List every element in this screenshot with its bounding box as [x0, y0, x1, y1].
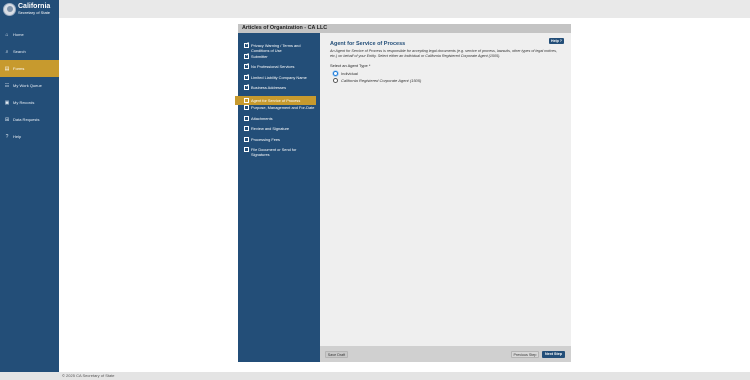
nav-item-label: Home [13, 32, 24, 37]
step-label: Agent for Service of Process [251, 97, 301, 103]
step-label: Purpose, Management and For-Date [251, 105, 315, 110]
nav-item-data-requests[interactable]: ⊞ Data Requests [0, 111, 59, 128]
brand-subtitle: Secretary of State [18, 10, 51, 15]
step-label: Submitter [251, 53, 268, 59]
app-sidebar: California Secretary of State ⌂ Home ⌕ Sear… [0, 0, 62, 372]
records-icon: ▣ [4, 99, 10, 106]
step-label: Attachments [251, 115, 273, 121]
empty-box-icon [244, 97, 249, 103]
step-item[interactable]: Limited Liability Company Name [238, 75, 320, 85]
empty-box-icon [244, 126, 249, 132]
empty-box-icon [244, 147, 249, 153]
help-button[interactable]: Help ? [549, 38, 564, 44]
checked-box-icon [244, 85, 250, 91]
step-label: Limited Liability Company Name [251, 74, 307, 80]
file-icon: ▤ [4, 65, 10, 72]
step-item[interactable]: File Document or Send for Signatures [238, 147, 320, 157]
home-icon: ⌂ [5, 31, 9, 38]
section-description: An Agent for Service of Process is respo… [330, 49, 557, 58]
checked-box-icon [244, 64, 250, 70]
agent-option-label: Individual [341, 70, 358, 76]
step-item[interactable]: Processing Fees [238, 137, 320, 147]
brand[interactable]: California Secretary of State [0, 0, 59, 18]
step-label: No Professional Services [251, 64, 295, 69]
agent-option[interactable]: California Registered Corporate Agent (1… [330, 78, 561, 84]
nav-item-home[interactable]: ⌂ Home [0, 26, 59, 43]
step-item[interactable]: Agent for Service of Process [235, 95, 316, 105]
step-label: Review and Signature [251, 126, 290, 131]
form-actions: Save Draft Previous Step Next Step [320, 346, 571, 362]
radio-button[interactable] [333, 78, 338, 84]
step-item[interactable]: Purpose, Management and For-Date [238, 105, 320, 115]
step-item[interactable]: Submitter [238, 54, 320, 64]
help-icon: ? [5, 133, 9, 140]
checked-box-icon [244, 74, 250, 80]
radio-button[interactable] [333, 70, 338, 76]
section-title: Agent for Service of Process [330, 41, 406, 47]
queue-icon: ☷ [4, 82, 10, 89]
nav-item-forms[interactable]: ▤ Forms [0, 60, 62, 77]
brand-title: California [18, 3, 51, 10]
empty-box-icon [244, 105, 249, 111]
state-seal-icon [3, 2, 16, 16]
form-card: Articles of Organization - CA LLC Privac… [235, 24, 571, 362]
checked-box-icon [244, 53, 250, 59]
agent-option[interactable]: Individual [330, 70, 561, 76]
step-label: Privacy Warning / Terms and Conditions o… [251, 43, 301, 53]
save-draft-button[interactable]: Save Draft [325, 351, 348, 358]
step-list: Privacy Warning / Terms and Conditions o… [235, 33, 320, 362]
step-label: File Document or Send for Signatures [251, 147, 297, 157]
nav-item-label: Data Requests [13, 117, 40, 122]
nav-item-label: Search [13, 49, 26, 54]
empty-box-icon [244, 136, 249, 142]
step-item[interactable]: Business Addresses [238, 85, 320, 95]
previous-step-button[interactable]: Previous Step [511, 351, 539, 358]
data-icon: ⊞ [4, 116, 10, 123]
next-step-button[interactable]: Next Step [542, 351, 565, 358]
agent-type-label: Select an Agent Type * [330, 63, 371, 69]
nav-list: ⌂ Home ⌕ Search ▤ Forms ☷ My Work Queue ▣ My Reco… [0, 26, 62, 145]
footer: © 2025 CA Secretary of State [0, 372, 750, 380]
agent-option-label: California Registered Corporate Agent (1… [341, 78, 422, 84]
form-content: Help ? Agent for Service of Process An A… [320, 33, 571, 346]
nav-item-help[interactable]: ? Help [0, 128, 59, 145]
step-label: Processing Fees [251, 136, 280, 142]
step-item[interactable]: No Professional Services [238, 64, 320, 74]
search-icon: ⌕ [5, 48, 9, 55]
agent-type-options: Individual California Registered Corporat… [330, 70, 561, 84]
nav-item-my-work-queue[interactable]: ☷ My Work Queue [0, 77, 59, 94]
nav-item-my-records[interactable]: ▣ My Records [0, 94, 59, 111]
checked-box-icon [244, 43, 250, 49]
step-label: Business Addresses [251, 85, 287, 90]
step-item[interactable]: Review and Signature [238, 126, 320, 136]
top-bar [59, 0, 750, 18]
step-item[interactable]: Attachments [238, 116, 320, 126]
nav-item-label: Help [13, 134, 22, 139]
nav-item-search[interactable]: ⌕ Search [0, 43, 59, 60]
step-item[interactable]: Privacy Warning / Terms and Conditions o… [238, 43, 320, 53]
nav-item-label: My Work Queue [13, 83, 42, 88]
nav-item-label: My Records [13, 100, 35, 105]
nav-item-label: Forms [13, 66, 25, 71]
empty-box-icon [244, 115, 249, 121]
form-title: Articles of Organization - CA LLC [238, 24, 571, 33]
